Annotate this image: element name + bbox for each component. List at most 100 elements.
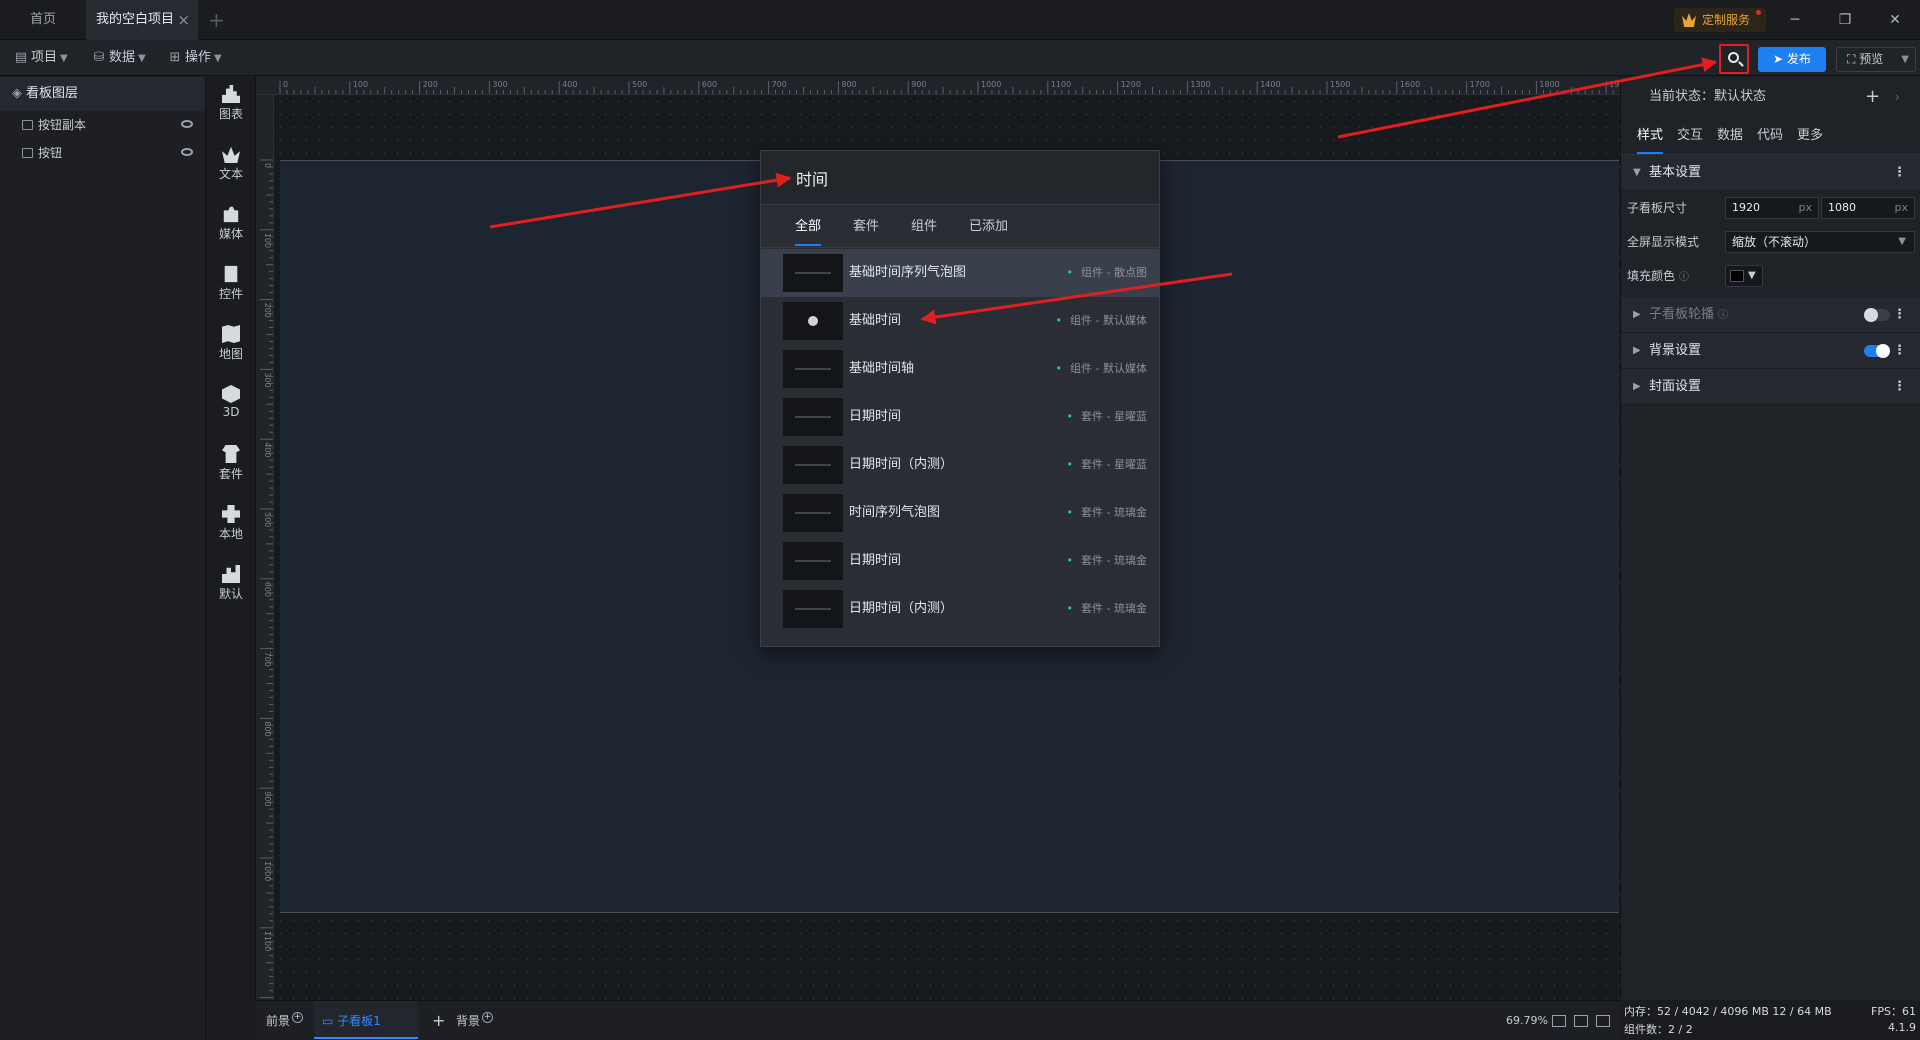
basic-settings-header[interactable]: ▼ 基本设置 ⋮: [1621, 155, 1920, 191]
more-icon[interactable]: ⋮: [1893, 369, 1906, 405]
add-state-icon[interactable]: +: [1865, 77, 1880, 117]
category-kit[interactable]: 套件: [206, 437, 256, 487]
filter-tab-component[interactable]: 组件: [911, 206, 937, 248]
ruler-label: 1900: [1609, 80, 1620, 89]
control-icon: [224, 265, 238, 283]
add-circle-icon[interactable]: +: [292, 1012, 304, 1023]
caret-right-icon: ▶: [1633, 345, 1641, 356]
search-icon-handle: [1738, 61, 1744, 67]
vertical-ruler[interactable]: 0 100 200 300 400 500 600 700 800 900 1000 1100: [256, 95, 274, 1000]
search-result-item[interactable]: 时间序列气泡图 套件 - 琉璃金: [761, 489, 1159, 537]
data-menu[interactable]: ⛁ 数据 ▼: [92, 40, 146, 76]
tab-interaction[interactable]: 交互: [1677, 117, 1703, 155]
background-header[interactable]: ▶ 背景设置 ⋮: [1621, 333, 1920, 369]
search-result-item[interactable]: 基础时间序列气泡图 组件 - 散点图: [761, 249, 1159, 297]
category-local[interactable]: 本地: [206, 497, 256, 547]
filter-tab-all[interactable]: 全部: [795, 206, 822, 246]
image-icon: [22, 148, 33, 158]
ruler-label: 200: [263, 303, 272, 318]
caret-down-icon: ▼: [1633, 167, 1641, 178]
close-window-button[interactable]: ✕: [1872, 0, 1918, 40]
filter-tab-added[interactable]: 已添加: [969, 206, 1008, 248]
add-circle-icon[interactable]: +: [482, 1012, 494, 1023]
ruler-label: 100: [353, 80, 368, 89]
search-result-item[interactable]: 基础时间轴 组件 - 默认媒体: [761, 345, 1159, 393]
result-name: 基础时间序列气泡图: [849, 265, 967, 280]
tab-more[interactable]: 更多: [1797, 117, 1823, 155]
ruler-label: 900: [263, 791, 272, 806]
maximize-button[interactable]: ❐: [1822, 0, 1868, 40]
ops-menu[interactable]: ⊞ 操作 ▼: [168, 40, 222, 76]
search-result-item[interactable]: 日期时间 套件 - 琉璃金: [761, 537, 1159, 585]
carousel-header[interactable]: ▶ 子看板轮播 ⓘ ⋮: [1621, 297, 1920, 333]
more-icon[interactable]: ⋮: [1893, 155, 1906, 191]
hidden-eye-icon[interactable]: [181, 148, 193, 156]
category-3d[interactable]: 3D: [206, 377, 256, 427]
layer-item[interactable]: 按钮: [0, 139, 205, 167]
horizontal-ruler[interactable]: 0 100 200 300 400 500 600 700 800 900 1000 1100 1200…: [256, 77, 1620, 95]
fill-color-picker[interactable]: ▼: [1725, 265, 1763, 287]
category-map[interactable]: 地图: [206, 317, 256, 367]
terminal-icon[interactable]: [1596, 1015, 1610, 1027]
search-result-item[interactable]: 日期时间 套件 - 星曜蓝: [761, 393, 1159, 441]
bottom-bar: 前景 + ▭ 子看板1 + 背景 + 69.79%: [256, 1000, 1620, 1040]
category-label: 地图: [218, 347, 243, 361]
filter-tab-kit[interactable]: 套件: [853, 206, 879, 248]
tab-project[interactable]: 我的空白项目 ×: [86, 0, 198, 40]
carousel-toggle[interactable]: [1864, 308, 1890, 322]
result-name: 基础时间: [849, 313, 902, 328]
cover-header[interactable]: ▶ 封面设置 ⋮: [1621, 369, 1920, 405]
fit-screen-icon[interactable]: [1552, 1015, 1566, 1027]
caret-right-icon: ▶: [1633, 309, 1641, 320]
search-input[interactable]: [761, 151, 1159, 205]
more-icon[interactable]: ⋮: [1893, 333, 1906, 369]
send-icon: ➤: [1773, 52, 1787, 66]
search-result-item[interactable]: 日期时间（内测） 套件 - 琉璃金: [761, 585, 1159, 633]
category-text[interactable]: 文本: [206, 137, 256, 187]
zoom-level[interactable]: 69.79%: [1506, 1001, 1548, 1040]
ruler-label: 900: [911, 80, 926, 89]
fullscreen-select[interactable]: 缩放（不滚动） ▼: [1725, 231, 1915, 253]
tab-board[interactable]: ▭ 子看板1: [314, 1001, 418, 1039]
minimize-button[interactable]: ─: [1772, 0, 1818, 40]
preview-label: 预览: [1859, 52, 1884, 66]
category-chart[interactable]: 图表: [206, 77, 256, 127]
width-field[interactable]: 1920 px: [1725, 197, 1819, 219]
custom-service-label: 定制服务: [1702, 13, 1751, 27]
ruler-label: 0: [283, 80, 288, 89]
search-button[interactable]: [1719, 44, 1749, 74]
foreground-label: 前景: [266, 1014, 291, 1028]
search-result-item[interactable]: 日期时间（内测） 套件 - 星曜蓝: [761, 441, 1159, 489]
project-menu[interactable]: ▤ 项目 ▼: [14, 40, 68, 76]
tab-foreground[interactable]: 前景 +: [266, 1001, 304, 1040]
tab-style[interactable]: 样式: [1637, 117, 1664, 154]
layer-item[interactable]: 按钮副本: [0, 111, 205, 139]
map-icon: [222, 325, 240, 343]
tab-background[interactable]: 背景 +: [456, 1001, 494, 1040]
hidden-eye-icon[interactable]: [181, 120, 193, 128]
ruler-label: 500: [632, 80, 647, 89]
result-thumbnail: [783, 542, 843, 580]
category-default[interactable]: 默认: [206, 557, 256, 607]
keyboard-icon[interactable]: [1574, 1015, 1588, 1027]
category-media[interactable]: 媒体: [206, 197, 256, 247]
add-tab-icon[interactable]: +: [208, 0, 230, 40]
more-icon[interactable]: ⋮: [1893, 297, 1906, 333]
preview-button[interactable]: ⛶ 预览 ▼: [1836, 47, 1916, 72]
chevron-down-icon[interactable]: ▼: [1901, 48, 1909, 71]
search-result-item[interactable]: 基础时间 组件 - 默认媒体: [761, 297, 1159, 345]
tab-code[interactable]: 代码: [1757, 117, 1783, 155]
chevron-right-icon[interactable]: ›: [1895, 77, 1900, 117]
help-icon[interactable]: ⓘ: [1718, 310, 1728, 321]
background-toggle[interactable]: [1864, 344, 1890, 358]
ruler-label: 600: [702, 80, 717, 89]
help-icon[interactable]: ⓘ: [1679, 272, 1689, 283]
height-field[interactable]: 1080 px: [1821, 197, 1915, 219]
publish-button[interactable]: ➤ 发布: [1758, 47, 1826, 72]
tab-home[interactable]: 首页: [0, 0, 86, 40]
category-control[interactable]: 控件: [206, 257, 256, 307]
close-icon[interactable]: ×: [177, 0, 190, 40]
custom-service-button[interactable]: 定制服务: [1674, 8, 1766, 32]
tab-data[interactable]: 数据: [1717, 117, 1743, 155]
add-board-icon[interactable]: +: [432, 1001, 445, 1040]
